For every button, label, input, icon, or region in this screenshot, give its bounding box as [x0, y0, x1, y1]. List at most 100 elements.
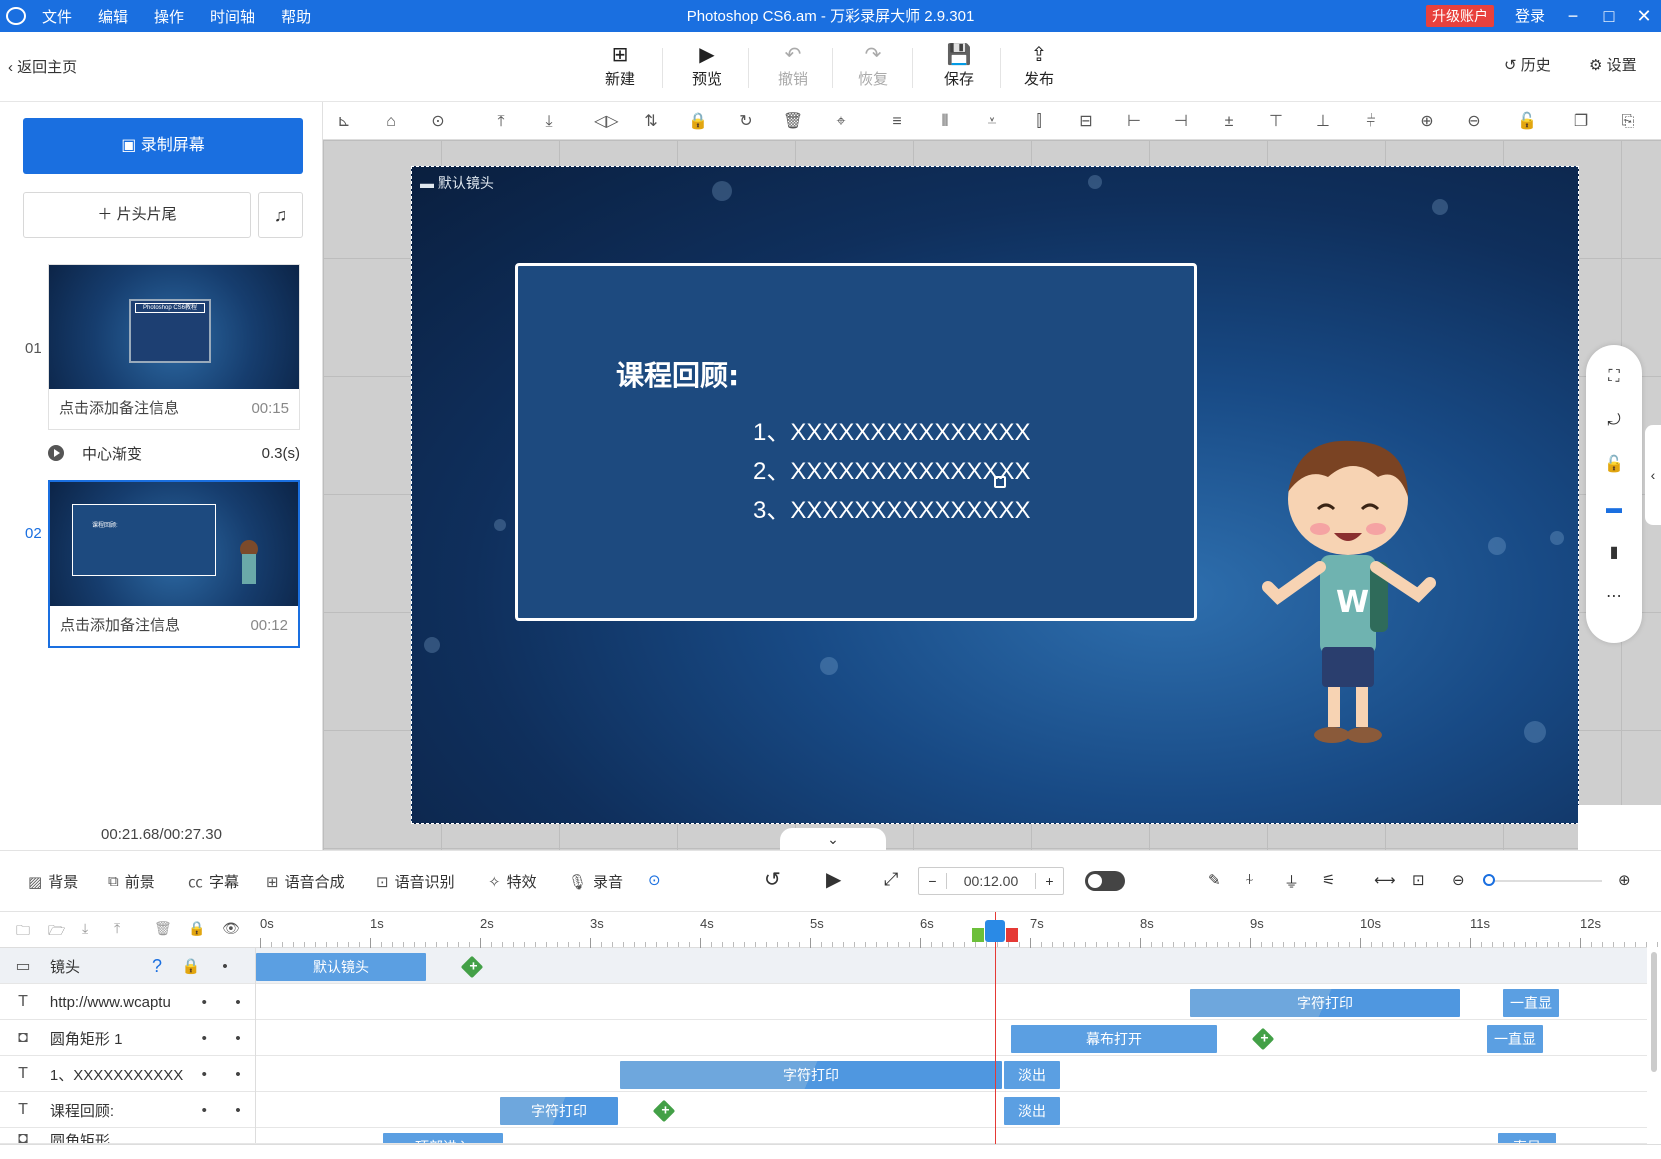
new-button[interactable]: ⊞ 新建 [585, 42, 655, 96]
lock-icon[interactable]: 🔒 [174, 957, 208, 975]
publish-button[interactable]: ⇪ 发布 [1004, 42, 1074, 96]
time-ruler[interactable]: 0s 1s 2s 3s 4s 5s 6s 7s 8s 9s 10s 11s 12s [256, 912, 1658, 948]
align-icon[interactable]: ≡ [886, 111, 908, 133]
unlock-icon[interactable]: 🔓 [1516, 111, 1538, 133]
ratio-icon[interactable]: ⊡ [1412, 871, 1425, 889]
split-icon[interactable]: ⍭ [1245, 871, 1254, 888]
current-time[interactable]: 00:12.00 [947, 873, 1035, 889]
clip[interactable]: 一直显 [1487, 1025, 1543, 1053]
lock-dot[interactable]: • [187, 1030, 221, 1047]
copy-icon[interactable]: ❐ [1570, 111, 1592, 133]
move-down-icon[interactable]: ⤓ [82, 920, 88, 937]
filter-icon[interactable]: ⏚ [1284, 871, 1299, 892]
clip[interactable]: 顶部进入 [383, 1133, 503, 1143]
clip[interactable]: 一直显 [1503, 989, 1559, 1017]
transition-item[interactable]: 中心渐变 0.3(s) [48, 440, 300, 466]
coordinate-icon[interactable]: ⊾ [333, 111, 355, 133]
delete-icon[interactable]: 🗑 [782, 111, 804, 133]
visibility-dot[interactable]: • [208, 958, 242, 975]
maximize-icon[interactable]: □ [1595, 0, 1623, 32]
history-button[interactable]: ↺ 历史 [1504, 54, 1551, 75]
subtitle-button[interactable]: ㏄字幕 [188, 871, 239, 892]
align-icon[interactable]: ⊟ [1075, 111, 1097, 133]
zoom-in-icon[interactable]: ⊕ [1416, 111, 1438, 133]
clip[interactable]: 淡出 [1004, 1061, 1060, 1089]
scene-note[interactable]: 点击添加备注信息 00:12 [50, 606, 298, 646]
redo-button[interactable]: ↷ 恢复 [838, 42, 908, 96]
visibility-dot[interactable]: • [221, 1102, 255, 1119]
menu-help[interactable]: 帮助 [281, 6, 311, 27]
more-dots-icon[interactable]: ⋯ [1602, 585, 1626, 609]
add-keyframe-icon[interactable] [1251, 1027, 1275, 1051]
rotate-icon[interactable]: ↻ [735, 111, 757, 133]
align-middle-icon[interactable]: ⫩ [1360, 111, 1382, 133]
zoom-slider-handle[interactable] [1483, 874, 1495, 886]
zoom-in-icon[interactable]: ⊕ [1618, 871, 1631, 889]
menu-edit[interactable]: 编辑 [98, 6, 128, 27]
align-icon[interactable]: ⫿ [1028, 111, 1050, 133]
bring-front-icon[interactable]: ⤒ [490, 111, 512, 133]
background-button[interactable]: ▨ 背景 [28, 871, 78, 892]
stage-line-3[interactable]: 3、XXXXXXXXXXXXXXX [753, 490, 1030, 525]
align-icon[interactable]: ⫴ [934, 111, 956, 133]
fit-screen-icon[interactable]: ⛶ [1602, 365, 1626, 389]
flip-horizontal-icon[interactable]: ◁▷ [594, 111, 619, 133]
add-keyframe-icon[interactable] [652, 1099, 676, 1123]
add-keyframe-icon[interactable] [460, 955, 484, 979]
time-minus-button[interactable]: − [919, 873, 947, 889]
music-button[interactable]: ♫ [258, 192, 303, 238]
eye-icon[interactable]: 👁 [222, 920, 240, 937]
fullscreen-icon[interactable]: ⤢ [884, 869, 898, 890]
lock-dot[interactable]: • [187, 1066, 221, 1083]
menu-file[interactable]: 文件 [42, 6, 72, 27]
clip[interactable]: 直显 [1498, 1133, 1556, 1143]
menu-timeline[interactable]: 时间轴 [210, 6, 255, 27]
track-row[interactable]: T 课程回顾: •• 字符打印 淡出 [0, 1092, 1647, 1128]
align-icon[interactable]: ⩡ [981, 111, 1003, 133]
close-icon[interactable]: ✕ [1630, 0, 1658, 32]
delete-icon[interactable]: 🗑 [154, 920, 172, 937]
speech-recognition-button[interactable]: ⊡ 语音识别 [376, 871, 455, 892]
paste-icon[interactable]: ⎘ [1617, 111, 1639, 133]
effects-button[interactable]: ✧ 特效 [488, 871, 537, 892]
send-back-icon[interactable]: ⤓ [538, 111, 560, 133]
zoom-out-icon[interactable]: ⊖ [1463, 111, 1485, 133]
playhead-handle[interactable] [985, 920, 1005, 942]
track-row[interactable]: ◘ 圆角矩形 顶部进入 直显 [0, 1128, 1647, 1144]
clip[interactable]: 字符打印 [1190, 989, 1460, 1017]
menu-operate[interactable]: 操作 [154, 6, 184, 27]
lock-all-icon[interactable]: 🔒 [188, 920, 205, 937]
home-icon[interactable]: ⌂ [380, 111, 402, 133]
range-start-marker[interactable] [972, 928, 984, 942]
clip[interactable]: 字符打印 [500, 1097, 618, 1125]
lock-icon[interactable]: 🔓 [1602, 453, 1626, 477]
undo-button[interactable]: ↶ 撤销 [758, 42, 828, 96]
track-row[interactable]: Thttp://www.wcaptu • • 字符打印 一直显 [0, 984, 1647, 1020]
help-icon[interactable]: ? [140, 956, 174, 977]
cartoon-boy-image[interactable]: W [1258, 437, 1438, 757]
head-tail-button[interactable]: ＋ 片头片尾 [23, 192, 251, 238]
foreground-button[interactable]: ⧉ 前景 [108, 871, 155, 892]
content-panel[interactable]: 课程回顾: 1、XXXXXXXXXXXXXXX 2、XXXXXXXXXXXXXX… [515, 263, 1197, 621]
tts-button[interactable]: ⊞ 语音合成 [266, 871, 345, 892]
scrollbar-thumb[interactable] [1651, 952, 1657, 1072]
range-end-marker[interactable] [1006, 928, 1018, 942]
stage-line-2[interactable]: 2、XXXXXXXXXXXXXXX [753, 451, 1030, 486]
align-left-icon[interactable]: ⊢ [1123, 111, 1145, 133]
stage-title[interactable]: 课程回顾: [616, 354, 739, 394]
toggle-switch[interactable] [1085, 871, 1125, 891]
expand-timeline-icon[interactable]: ⌄ [780, 828, 886, 850]
rotate-screen-icon[interactable]: ⤾ [1602, 409, 1626, 433]
focus-icon[interactable]: ⌖ [830, 111, 852, 133]
more-icon[interactable]: ⊙ [427, 111, 449, 133]
save-button[interactable]: 💾 保存 [924, 42, 994, 96]
track-row[interactable]: ◘ 圆角矩形 1 •• 幕布打开 一直显 [0, 1020, 1647, 1056]
clip[interactable]: 字符打印 [620, 1061, 1002, 1089]
anchor-lock-icon[interactable] [994, 476, 1006, 488]
stage-line-1[interactable]: 1、XXXXXXXXXXXXXXX [753, 412, 1030, 447]
preview-button[interactable]: ▶ 预览 [672, 42, 742, 96]
align-bottom-icon[interactable]: ⊥ [1312, 111, 1334, 133]
lock-icon[interactable]: 🔒 [687, 111, 709, 133]
align-center-icon[interactable]: ± [1218, 111, 1240, 133]
settings-button[interactable]: ⚙ 设置 [1589, 54, 1637, 75]
